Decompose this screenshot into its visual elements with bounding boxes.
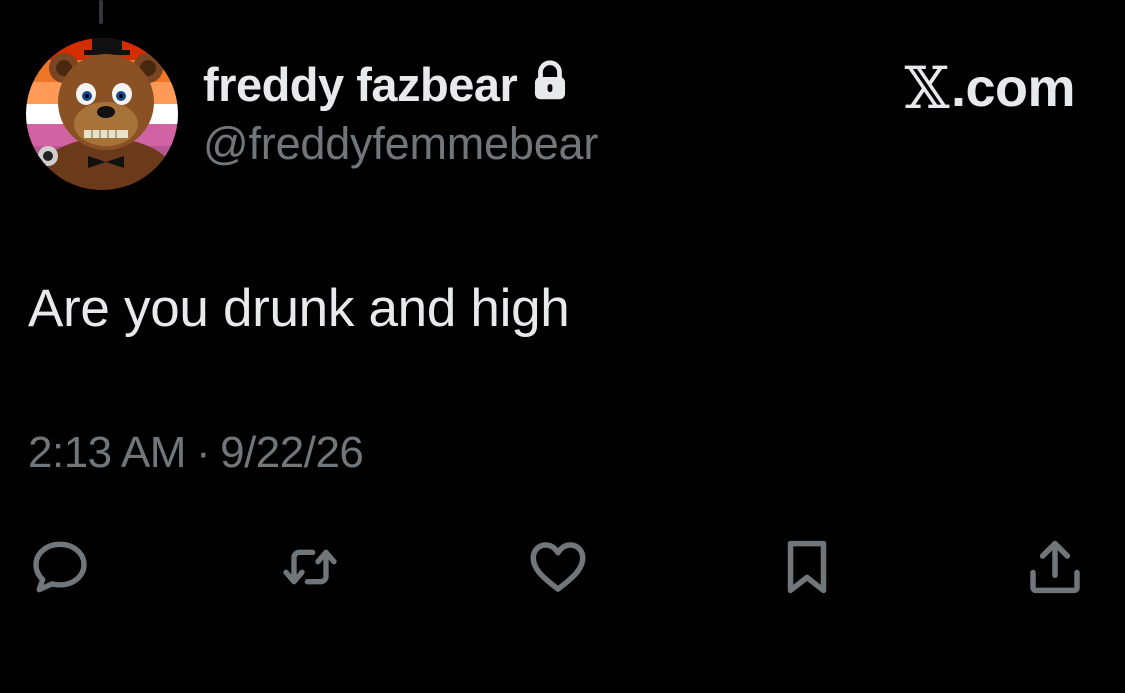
speech-bubble-icon: [33, 541, 87, 593]
meta-separator: ·: [195, 428, 211, 477]
author-handle[interactable]: @freddyfemmebear: [203, 118, 598, 170]
bookmark-icon: [787, 540, 827, 594]
repost-icon: [283, 549, 337, 585]
avatar[interactable]: [26, 38, 178, 190]
x-logo-icon: 𝕏: [904, 54, 949, 122]
repost-button[interactable]: [275, 532, 345, 602]
like-button[interactable]: [523, 532, 593, 602]
tweet-actions-bar: [0, 532, 1125, 602]
tweet-date[interactable]: 9/22/26: [220, 428, 364, 477]
tweet-time[interactable]: 2:13 AM: [28, 428, 186, 477]
share-button[interactable]: [1020, 532, 1090, 602]
share-icon: [1030, 540, 1080, 594]
freddy-avatar-icon: [26, 38, 178, 190]
lock-icon: [535, 60, 566, 100]
thread-connector-line: [99, 0, 103, 24]
brand-watermark: 𝕏 .com: [904, 54, 1076, 122]
tweet-timestamp: 2:13 AM · 9/22/26: [28, 428, 364, 478]
display-name[interactable]: freddy fazbear: [203, 57, 518, 112]
brand-suffix: .com: [950, 58, 1076, 118]
tweet-text: Are you drunk and high: [28, 279, 570, 338]
reply-button[interactable]: [25, 532, 95, 602]
heart-icon: [530, 542, 586, 592]
author-name-row: freddy fazbear: [203, 54, 569, 114]
bookmark-button[interactable]: [772, 532, 842, 602]
